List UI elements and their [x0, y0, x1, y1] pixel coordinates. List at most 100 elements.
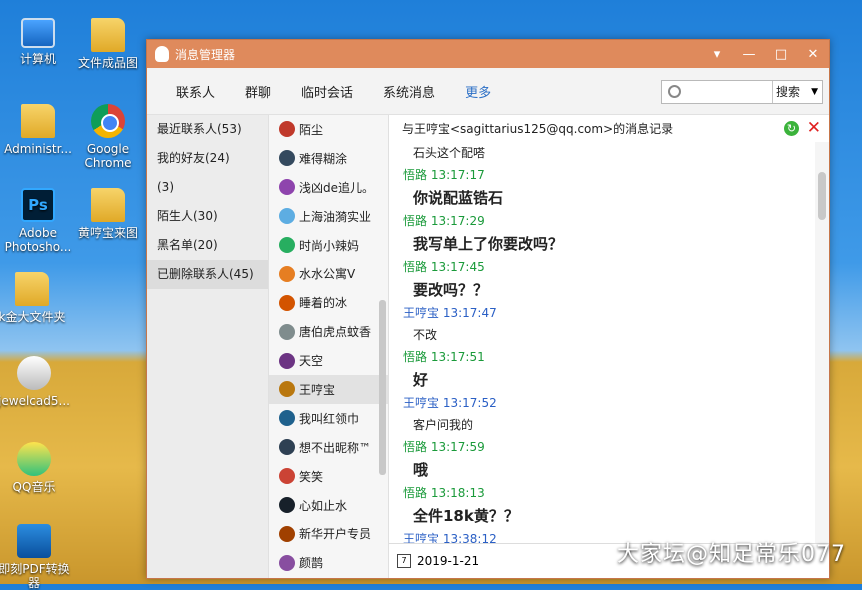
desktop-icon-folder-finished[interactable]: 文件成品图	[70, 18, 146, 70]
contact-name: 睡着的冰	[299, 296, 348, 311]
avatar	[279, 294, 295, 311]
message-pane: 与王哼宝<sagittarius125@qq.com>的消息记录 ↻ ✕ 石头这…	[389, 115, 829, 578]
contact-name: 时尚小辣妈	[299, 238, 360, 253]
contact-item[interactable]: 颜鹊	[269, 548, 388, 577]
contact-item[interactable]: 浅凶de追儿。	[269, 173, 388, 202]
desktop-icon-administrator[interactable]: Administr...	[0, 104, 76, 156]
toolbar: 联系人 群聊 临时会话 系统消息 更多 搜索 ▼	[147, 68, 829, 115]
desktop-icon-label: k金大文件夹	[0, 310, 66, 324]
sender-name: 王哼宝	[403, 306, 440, 320]
contact-item[interactable]: 睡着的冰	[269, 288, 388, 317]
avatar	[279, 265, 295, 282]
group-item-strangers[interactable]: 陌生人(30)	[147, 202, 268, 231]
desktop-icon-label: Google Chrome	[84, 142, 132, 170]
chevron-down-icon[interactable]: ▼	[811, 81, 822, 103]
title-bar[interactable]: 消息管理器 ▾ — □ ✕	[147, 40, 829, 68]
desktop-icon-label: Adobe Photosho...	[4, 226, 72, 254]
message-time: 13:18:13	[430, 486, 485, 500]
desktop-icon-chrome[interactable]: Google Chrome	[70, 104, 146, 170]
contact-item[interactable]: 时尚小辣妈	[269, 231, 388, 260]
menu-dropdown-button[interactable]: ▾	[701, 47, 733, 62]
contact-item[interactable]: 王哼宝	[269, 375, 388, 404]
message-time: 13:17:17	[430, 168, 485, 182]
folder-icon	[91, 18, 125, 52]
message-scrollbar[interactable]	[815, 142, 829, 544]
chrome-icon	[91, 104, 125, 138]
selected-date[interactable]: 2019-1-21	[417, 554, 479, 568]
contact-item[interactable]: 我叫红领巾	[269, 404, 388, 433]
contact-list: 陌尘难得糊涂浅凶de追儿。上海油漪实业 时尚小辣妈水水公寓V 睡着的冰唐伯虎点蚊香天…	[269, 115, 389, 578]
contact-item[interactable]: 天空	[269, 346, 388, 375]
refresh-icon[interactable]: ↻	[784, 121, 799, 136]
contact-item[interactable]: 唐伯虎点蚊香	[269, 317, 388, 346]
message-text: 哦	[413, 461, 429, 479]
contact-name: 天空	[299, 354, 324, 369]
group-item-deleted[interactable]: 已删除联系人(45)	[147, 260, 268, 289]
search-input[interactable]	[662, 81, 773, 103]
message-text: 我写单上了你要改吗？	[413, 235, 564, 253]
desktop-icon-folder-images[interactable]: 黄哼宝来图	[70, 188, 146, 240]
message-time: 13:17:29	[430, 214, 485, 228]
group-item-unnamed[interactable]: (3)	[147, 173, 268, 202]
message-text: 客户问我的	[413, 418, 474, 432]
avatar	[279, 410, 295, 427]
desktop-icon-jewelcad[interactable]: jewelcad5...	[0, 356, 72, 408]
sender-name: 悟路	[403, 350, 428, 364]
tab-group-chat[interactable]: 群聊	[230, 82, 286, 101]
search-button[interactable]: 搜索	[773, 81, 811, 103]
contact-name: 笑笑	[299, 469, 324, 484]
avatar	[279, 381, 295, 398]
avatar	[279, 468, 295, 485]
contact-scrollbar[interactable]	[379, 300, 386, 475]
desktop-icon-computer[interactable]: 计算机	[0, 18, 76, 66]
scrollbar-thumb[interactable]	[818, 172, 826, 220]
message-text: 石头这个配嗒	[413, 146, 486, 160]
calendar-icon[interactable]: 7	[397, 554, 411, 568]
contact-item[interactable]: 陌尘	[269, 115, 388, 144]
contact-name: 心如止水	[299, 498, 348, 513]
main-body: 最近联系人(53) 我的好友(24) (3) 陌生人(30) 黑名单(20) 已…	[147, 115, 829, 578]
contact-name: 上海油漪实业	[299, 209, 372, 224]
folder-icon	[91, 188, 125, 222]
contact-item[interactable]: 难得糊涂	[269, 144, 388, 173]
avatar	[279, 439, 295, 456]
message-sender-line: 悟路 13:17:59	[403, 436, 815, 458]
avatar	[279, 237, 295, 253]
tab-more[interactable]: 更多	[450, 82, 506, 101]
group-item-friends[interactable]: 我的好友(24)	[147, 144, 268, 173]
message-time: 13:17:47	[442, 306, 497, 320]
tab-system-messages[interactable]: 系统消息	[368, 82, 450, 101]
tab-contacts[interactable]: 联系人	[147, 82, 230, 101]
contact-item[interactable]: 想不出昵称™	[269, 433, 388, 462]
message-text: 好	[413, 371, 429, 389]
avatar	[279, 497, 295, 514]
sender-name: 悟路	[403, 214, 428, 228]
contact-item[interactable]: 笑笑	[269, 462, 388, 491]
contact-name: 水水公寓V	[299, 267, 356, 282]
message-time: 13:17:59	[430, 440, 485, 454]
message-sender-line: 悟路 13:17:17	[403, 164, 815, 186]
contact-item[interactable]: 心如止水	[269, 491, 388, 520]
qq-music-icon	[17, 442, 51, 476]
message-sender-line: 悟路 13:17:45	[403, 256, 815, 278]
contact-name: 难得糊涂	[299, 151, 348, 166]
tab-temp-session[interactable]: 临时会话	[286, 82, 368, 101]
desktop-icon-pdf-converter[interactable]: 即刻PDF转换器	[0, 524, 72, 590]
delete-icon[interactable]: ✕	[807, 118, 821, 138]
close-button[interactable]: ✕	[797, 47, 829, 62]
desktop-icon-label: jewelcad5...	[0, 394, 70, 408]
desktop-icon-qq-music[interactable]: QQ音乐	[0, 442, 72, 494]
desktop-icon-photoshop[interactable]: Ps Adobe Photosho...	[0, 188, 76, 254]
watermark: 大家坛@知足常乐077	[617, 542, 846, 567]
group-item-blacklist[interactable]: 黑名单(20)	[147, 231, 268, 260]
desktop-icon-kgold-folder[interactable]: k金大文件夹	[0, 272, 70, 324]
user-folder-icon	[21, 104, 55, 138]
maximize-button[interactable]: □	[765, 47, 797, 62]
contact-item[interactable]: 上海油漪实业	[269, 202, 388, 231]
contact-item[interactable]: 新华开户专员	[269, 519, 388, 548]
message-list: 石头这个配嗒 悟路 13:17:17 你说配蓝锆石 悟路 13:17:29 我写单上了你…	[389, 142, 815, 544]
minimize-button[interactable]: —	[733, 47, 765, 62]
group-item-recent[interactable]: 最近联系人(53)	[147, 115, 268, 144]
contact-item[interactable]: 水水公寓V	[269, 259, 388, 288]
avatar	[279, 525, 295, 542]
